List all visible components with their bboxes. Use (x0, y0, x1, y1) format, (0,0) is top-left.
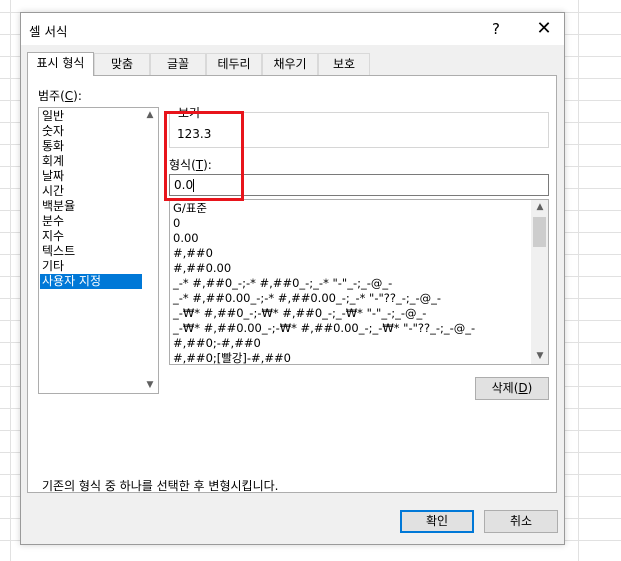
sample-box: 123.3 (169, 112, 549, 148)
category-item[interactable]: 백분율 (40, 199, 143, 214)
close-button[interactable]: ✕ (527, 13, 561, 45)
delete-button[interactable]: 삭제(D) (475, 377, 549, 400)
format-list-item[interactable]: #,##0 (173, 246, 213, 261)
category-item[interactable]: 회계 (40, 154, 143, 169)
category-item[interactable]: 날짜 (40, 169, 143, 184)
category-item[interactable]: 텍스트 (40, 244, 143, 259)
tab-font[interactable]: 글꼴 (150, 53, 206, 75)
format-list-scrollbar[interactable]: ▲ ▼ (531, 200, 548, 364)
category-list[interactable]: 일반 숫자 통화 회계 날짜 시간 백분율 분수 지수 텍스트 기타 사용자 지… (38, 107, 159, 394)
category-item[interactable]: 일반 (40, 109, 143, 124)
scroll-thumb[interactable] (533, 217, 546, 247)
dialog-title: 셀 서식 (29, 24, 68, 39)
format-list-item[interactable]: _-₩* #,##0_-;-₩* #,##0_-;_-₩* "-"_-;_-@_… (173, 306, 426, 321)
category-scrollbar[interactable]: ▲ ▼ (142, 108, 158, 393)
format-list-item[interactable]: G/표준 (173, 201, 207, 216)
format-list[interactable]: G/표준 0 0.00 #,##0 #,##0.00 _-* #,##0_-;-… (169, 199, 549, 365)
format-list-item[interactable]: 0 (173, 216, 180, 231)
tab-number[interactable]: 표시 형식 (27, 52, 94, 76)
category-item-selected[interactable]: 사용자 지정 (40, 274, 143, 289)
format-list-item[interactable]: 0.00 (173, 231, 199, 246)
format-list-item[interactable]: #,##0;-#,##0 (173, 336, 261, 351)
description-text: 기존의 형식 중 하나를 선택한 후 변형시킵니다. (42, 479, 279, 493)
format-list-item[interactable]: _-* #,##0_-;-* #,##0_-;_-* "-"_-;_-@_- (173, 276, 392, 291)
category-item[interactable]: 기타 (40, 259, 143, 274)
category-item[interactable]: 숫자 (40, 124, 143, 139)
format-list-item[interactable]: #,##0;[빨강]-#,##0 (173, 351, 291, 364)
sample-value: 123.3 (177, 127, 212, 141)
scroll-down-icon[interactable]: ▼ (142, 378, 158, 393)
tab-border[interactable]: 테두리 (206, 53, 262, 75)
tab-fill[interactable]: 채우기 (262, 53, 318, 75)
category-item[interactable]: 통화 (40, 139, 143, 154)
format-cells-dialog: 셀 서식 ? ✕ 표시 형식 맞춤 글꼴 테두리 채우기 보호 범주(C): 일… (20, 12, 565, 545)
format-list-item[interactable]: _-₩* #,##0.00_-;-₩* #,##0.00_-;_-₩* "-"?… (173, 321, 475, 336)
category-item[interactable]: 시간 (40, 184, 143, 199)
text-cursor (193, 179, 195, 192)
scroll-up-icon[interactable]: ▲ (142, 108, 158, 123)
category-label: 범주(C): (38, 89, 82, 103)
scroll-down-icon[interactable]: ▼ (532, 349, 548, 364)
help-button[interactable]: ? (479, 13, 513, 45)
title-bar: 셀 서식 ? ✕ (21, 13, 564, 45)
ok-button[interactable]: 확인 (400, 510, 474, 533)
category-item[interactable]: 분수 (40, 214, 143, 229)
format-list-item[interactable]: _-* #,##0.00_-;-* #,##0.00_-;_-* "-"??_-… (173, 291, 441, 306)
cancel-button[interactable]: 취소 (484, 510, 558, 533)
format-type-input[interactable]: 0.0 (169, 174, 549, 196)
scroll-up-icon[interactable]: ▲ (532, 200, 548, 215)
number-tab-panel: 범주(C): 일반 숫자 통화 회계 날짜 시간 백분율 분수 지수 텍스트 기… (27, 75, 557, 493)
format-list-item[interactable]: #,##0.00 (173, 261, 231, 276)
tab-protection[interactable]: 보호 (318, 53, 370, 75)
tab-alignment[interactable]: 맞춤 (94, 53, 150, 75)
sample-label: 보기 (176, 104, 203, 121)
category-item[interactable]: 지수 (40, 229, 143, 244)
type-label: 형식(T): (169, 158, 212, 172)
